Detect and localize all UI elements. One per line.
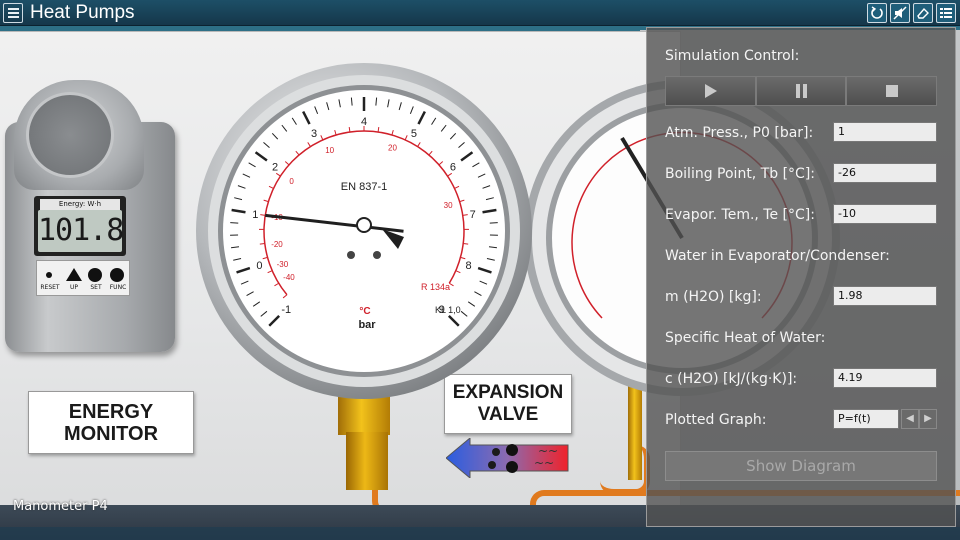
gauge-temp-label: 0 bbox=[289, 177, 294, 186]
svg-text:~~: ~~ bbox=[534, 456, 554, 470]
gauge-temp-tick bbox=[348, 126, 351, 133]
up-key-label: UP bbox=[69, 284, 78, 291]
energy-monitor-reading: 101.8 bbox=[38, 210, 124, 252]
app-title: Heat Pumps bbox=[30, 2, 135, 23]
play-button[interactable] bbox=[665, 76, 756, 106]
specific-heat-input[interactable]: 4.19 bbox=[833, 368, 937, 388]
func-key-label: FUNC bbox=[109, 284, 127, 291]
gauge-bar-label: 3 bbox=[311, 128, 317, 140]
gauge-temp-label: -40 bbox=[283, 273, 295, 282]
gauge-bar-label: 2 bbox=[272, 161, 278, 173]
set-key-label: SET bbox=[90, 284, 102, 291]
energy-monitor-screen-label: Energy: W·h bbox=[40, 199, 120, 210]
gauge-temp-label: 10 bbox=[325, 146, 334, 155]
menu-icon-line bbox=[8, 12, 19, 14]
gauge-bar-label: 5 bbox=[411, 128, 417, 140]
boiling-point-input[interactable]: -26 bbox=[833, 163, 937, 183]
gauge-minor-tick bbox=[489, 222, 498, 224]
gauge-temp-label: 30 bbox=[444, 201, 453, 210]
reset-key-label: RESET bbox=[40, 284, 60, 291]
gauge-pressure-unit: bar bbox=[358, 319, 376, 331]
gauge-bar-label: 8 bbox=[466, 260, 472, 272]
evapor-temp-label: Evapor. Tem., Te [°C]: bbox=[665, 207, 815, 223]
menu-button[interactable] bbox=[3, 3, 23, 23]
gauge-temp-label: 20 bbox=[388, 144, 397, 153]
stop-icon bbox=[885, 85, 898, 97]
set-key[interactable] bbox=[88, 268, 102, 282]
gauge-nut bbox=[346, 432, 388, 490]
next-arrow-icon[interactable]: ▶ bbox=[919, 409, 937, 429]
panel-title: Simulation Control: bbox=[665, 48, 800, 64]
transport-controls bbox=[665, 76, 938, 106]
gauge-temp-unit: °C bbox=[359, 306, 370, 317]
gauge-bar-label: 0 bbox=[256, 260, 262, 272]
simulation-control-panel: Simulation Control: Atm. Press., P0 [bar… bbox=[646, 27, 956, 527]
gauge-pivot bbox=[356, 217, 372, 233]
gauge-screw-left bbox=[347, 251, 355, 259]
toolbar-icons bbox=[867, 3, 956, 23]
gauge-temp-label: -30 bbox=[277, 260, 289, 269]
energy-monitor-socket bbox=[26, 92, 114, 178]
valve-card-line2: VALVE bbox=[477, 404, 539, 425]
gauge-temp-tick bbox=[377, 126, 380, 133]
gauge-temp-tick bbox=[259, 243, 265, 245]
gauge-refrigerant: R 134a bbox=[421, 282, 450, 292]
reset-button[interactable] bbox=[867, 3, 887, 23]
gauge-bar-label: 6 bbox=[450, 161, 456, 173]
gauge-bar-label: 7 bbox=[470, 209, 476, 221]
mass-input[interactable]: 1.98 bbox=[833, 286, 937, 306]
energy-card-line2: MONITOR bbox=[63, 423, 159, 445]
pause-button[interactable] bbox=[755, 76, 847, 106]
eraser-button[interactable] bbox=[913, 3, 933, 23]
specific-heat-label: c (H2O) [kJ/(kg·K)]: bbox=[665, 371, 798, 387]
energy-card-line1: ENERGY bbox=[68, 401, 154, 423]
menu-icon-line bbox=[8, 8, 19, 10]
mass-label: m (H2O) [kg]: bbox=[665, 289, 762, 305]
gauge-bar-label: -1 bbox=[281, 304, 291, 316]
plotted-graph-select[interactable]: P=f(t) ◀ ▶ bbox=[833, 409, 937, 429]
expansion-valve-arrow-icon[interactable]: ~~~~ bbox=[446, 438, 570, 478]
up-key[interactable] bbox=[66, 268, 82, 281]
atm-press-label: Atm. Press., P0 [bar]: bbox=[665, 125, 814, 141]
gauge-minor-tick bbox=[230, 222, 239, 224]
pipe-right bbox=[600, 445, 650, 495]
eraser-icon bbox=[917, 7, 929, 19]
water-header: Water in Evaporator/Condenser: bbox=[665, 248, 890, 264]
hover-status-label: Manometer P4 bbox=[13, 499, 108, 514]
reset-key[interactable] bbox=[46, 272, 52, 278]
plotted-graph-value: P=f(t) bbox=[833, 409, 899, 429]
pause-icon bbox=[796, 84, 807, 98]
settings-list-button[interactable] bbox=[936, 3, 956, 23]
gauge-class: KL 1,0 bbox=[435, 305, 461, 315]
prev-arrow-icon[interactable]: ◀ bbox=[901, 409, 919, 429]
settings-list-icon bbox=[940, 8, 952, 18]
mute-icon bbox=[893, 6, 907, 20]
energy-monitor-card: ENERGY MONITOR bbox=[28, 391, 194, 454]
boiling-point-label: Boiling Point, Tb [°C]: bbox=[665, 166, 816, 182]
func-key[interactable] bbox=[110, 268, 124, 282]
title-bar: Heat Pumps bbox=[0, 0, 960, 26]
gauge-bar-label: 1 bbox=[252, 209, 258, 221]
plotted-graph-label: Plotted Graph: bbox=[665, 412, 767, 428]
play-icon bbox=[705, 84, 718, 98]
specific-heat-header: Specific Heat of Water: bbox=[665, 330, 826, 346]
footer-bar bbox=[0, 527, 960, 540]
stop-button[interactable] bbox=[846, 76, 938, 106]
manometer-p4[interactable]: -10123456789-40-30-20-100102030 EN 837-1… bbox=[195, 62, 533, 400]
gauge-temp-label: -20 bbox=[271, 240, 283, 249]
show-diagram-button[interactable]: Show Diagram bbox=[665, 451, 937, 481]
gauge-screw-right bbox=[373, 251, 381, 259]
evapor-temp-input[interactable]: -10 bbox=[833, 204, 937, 224]
mute-button[interactable] bbox=[890, 3, 910, 23]
reset-icon bbox=[871, 6, 883, 19]
menu-icon-line bbox=[8, 16, 19, 18]
gauge-standard-text: EN 837-1 bbox=[341, 181, 387, 193]
atm-press-input[interactable]: 1 bbox=[833, 122, 937, 142]
gauge-temp-tick bbox=[463, 243, 469, 245]
